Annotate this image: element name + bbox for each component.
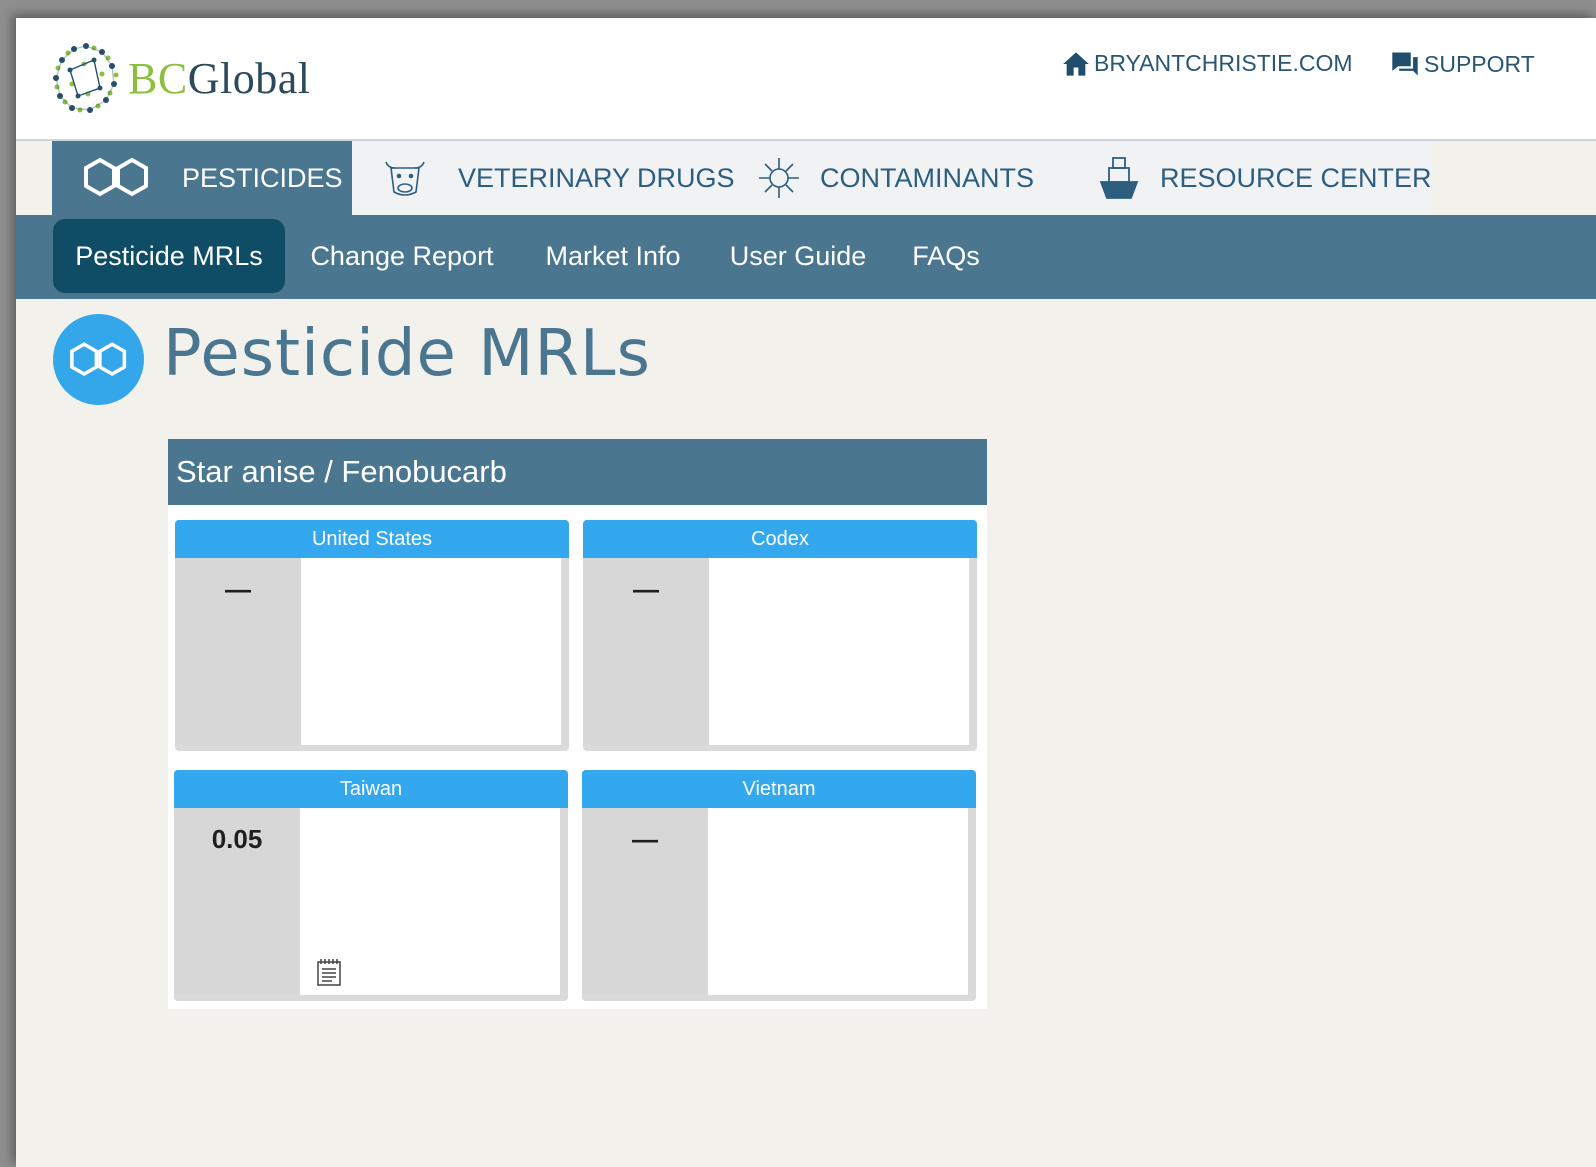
logo-wordmark: BCGlobal — [128, 53, 311, 103]
subtab-change-report[interactable]: Change Report — [300, 219, 504, 293]
market-name: United States — [175, 520, 569, 558]
page-title-icon — [53, 314, 144, 405]
support-link[interactable]: SUPPORT — [1390, 50, 1535, 78]
commodity-pesticide-heading: Star anise / Fenobucarb — [168, 439, 987, 505]
subtab-faqs[interactable]: FAQs — [900, 219, 992, 293]
logo-mark-icon — [53, 43, 119, 113]
ship-icon — [1078, 154, 1160, 202]
molecule-icon — [69, 341, 126, 376]
mrl-value: — — [582, 808, 708, 995]
top-header: BCGlobal BRYANTCHRISTIE.COM SUPPORT — [16, 18, 1596, 141]
tab-resource-center[interactable]: RESOURCE CENTER — [1078, 141, 1432, 215]
subtab-market-info[interactable]: Market Info — [530, 219, 696, 293]
tab-contaminants[interactable]: CONTAMINANTS — [738, 141, 1078, 215]
molecule-icon — [52, 154, 182, 202]
browser-frame: BCGlobal BRYANTCHRISTIE.COM SUPPORT PEST… — [16, 18, 1596, 1167]
cow-icon — [352, 156, 458, 200]
mrl-value: 0.05 — [174, 808, 300, 995]
mrl-value: — — [175, 558, 301, 745]
subtab-pesticide-mrls[interactable]: Pesticide MRLs — [53, 219, 285, 293]
market-card-united-states: United States — — [175, 520, 569, 751]
market-name: Vietnam — [582, 770, 976, 808]
secondary-nav: Pesticide MRLs Change Report Market Info… — [16, 215, 1596, 299]
market-name: Codex — [583, 520, 977, 558]
subtab-user-guide[interactable]: User Guide — [722, 219, 874, 293]
mrl-value: — — [583, 558, 709, 745]
primary-nav: PESTICIDES VETERINARY DRUGS CONTAMINANTS… — [52, 141, 1432, 215]
mrl-details — [300, 808, 560, 995]
mrl-details — [708, 808, 968, 995]
bcglobal-logo[interactable]: BCGlobal — [50, 40, 310, 116]
market-card-vietnam: Vietnam — — [582, 770, 976, 1001]
mrl-details — [709, 558, 969, 745]
home-icon — [1063, 51, 1089, 76]
market-card-codex: Codex — — [583, 520, 977, 751]
bryantchristie-link[interactable]: BRYANTCHRISTIE.COM — [1062, 50, 1353, 77]
tab-pesticides[interactable]: PESTICIDES — [52, 141, 352, 215]
germ-icon — [738, 156, 820, 200]
market-name: Taiwan — [174, 770, 568, 808]
page-title: Pesticide MRLs — [163, 317, 651, 391]
notepad-icon[interactable] — [316, 957, 342, 987]
chat-icon — [1392, 52, 1418, 76]
mrl-details — [301, 558, 561, 745]
mrl-results-panel: Star anise / Fenobucarb United States — … — [168, 439, 987, 1009]
tab-veterinary-drugs[interactable]: VETERINARY DRUGS — [352, 141, 738, 215]
market-card-taiwan: Taiwan 0.05 — [174, 770, 568, 1001]
